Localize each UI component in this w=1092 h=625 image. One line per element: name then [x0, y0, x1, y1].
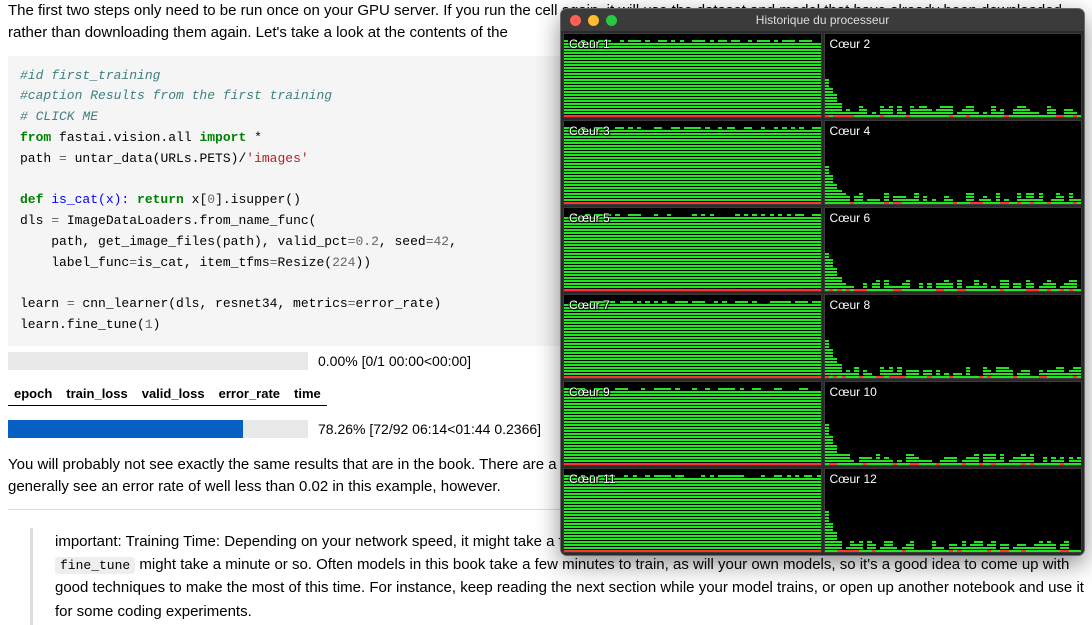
kw: from [20, 130, 51, 145]
progress-fill-2 [8, 420, 243, 438]
code: untar_data(URLs.PETS)/ [67, 151, 246, 166]
core-10: Cœur 10 [824, 381, 1083, 466]
core-7: Cœur 7 [563, 294, 822, 379]
core-11: Cœur 11 [563, 468, 822, 553]
num: 0 [207, 192, 215, 207]
core-label: Cœur 4 [830, 124, 871, 138]
kw: return [137, 192, 184, 207]
num: 224 [332, 255, 355, 270]
code: )) [355, 255, 371, 270]
core-9: Cœur 9 [563, 381, 822, 466]
code: path [20, 151, 59, 166]
col-train-loss: train_loss [66, 386, 127, 401]
code: ].isupper() [215, 192, 301, 207]
code: , [449, 234, 457, 249]
core-label: Cœur 11 [569, 472, 615, 486]
progress-text-2: 78.26% [72/92 06:14<01:44 0.2366] [318, 421, 541, 437]
code: ImageDataLoaders.from_name_func( [59, 213, 316, 228]
code: is_cat, item_tfms [137, 255, 270, 270]
bq-code: fine_tune [55, 557, 135, 574]
op: = [129, 255, 137, 270]
code-comment: #caption Results from the first training [20, 88, 332, 103]
col-time: time [294, 386, 321, 401]
code: fastai.vision.all [51, 130, 199, 145]
code: learn.fine_tune( [20, 317, 145, 332]
code: x[ [184, 192, 207, 207]
core-label: Cœur 5 [569, 211, 610, 225]
progress-text-1: 0.00% [0/1 00:00<00:00] [318, 353, 471, 369]
str: 'images' [246, 151, 308, 166]
op: = [426, 234, 434, 249]
op: = [59, 151, 67, 166]
op: = [67, 296, 75, 311]
core-label: Cœur 6 [830, 211, 871, 225]
core-3: Cœur 3 [563, 120, 822, 205]
kw: def [20, 192, 43, 207]
col-valid-loss: valid_loss [142, 386, 205, 401]
num: 42 [434, 234, 450, 249]
def: is_cat(x): [43, 192, 137, 207]
core-label: Cœur 9 [569, 385, 610, 399]
core-5: Cœur 5 [563, 207, 822, 292]
progress-bar-1 [8, 352, 308, 370]
titlebar[interactable]: Historique du processeur [561, 9, 1084, 31]
col-epoch: epoch [14, 386, 52, 401]
core-label: Cœur 1 [569, 37, 610, 51]
code: Resize( [277, 255, 332, 270]
bq-post: might take a minute or so. Often models … [55, 556, 1084, 620]
code-comment: #id first_training [20, 68, 160, 83]
code: error_rate) [355, 296, 441, 311]
core-label: Cœur 2 [830, 37, 871, 51]
code: * [246, 130, 262, 145]
cpu-history-window[interactable]: Historique du processeur Cœur 1Cœur 2Cœu… [560, 8, 1085, 556]
core-2: Cœur 2 [824, 33, 1083, 118]
core-8: Cœur 8 [824, 294, 1083, 379]
code: cnn_learner(dls, resnet34, metrics [75, 296, 348, 311]
num: 0.2 [355, 234, 378, 249]
core-label: Cœur 10 [830, 385, 877, 399]
core-12: Cœur 12 [824, 468, 1083, 553]
num: 1 [145, 317, 153, 332]
code: label_func [20, 255, 129, 270]
kw: import [199, 130, 246, 145]
core-label: Cœur 7 [569, 298, 610, 312]
code: , seed [379, 234, 426, 249]
window-title: Historique du processeur [561, 13, 1084, 27]
code: path, get_image_files(path), valid_pct [20, 234, 348, 249]
code-comment: # CLICK ME [20, 109, 98, 124]
core-1: Cœur 1 [563, 33, 822, 118]
core-label: Cœur 8 [830, 298, 871, 312]
cpu-grid: Cœur 1 Cœur 2 Cœur 3 Cœur 4 Cœur 5 Cœur 6 Cœur… [561, 31, 1084, 555]
metrics-header: epoch train_loss valid_loss error_rate t… [8, 382, 327, 406]
core-label: Cœur 3 [569, 124, 610, 138]
core-4: Cœur 4 [824, 120, 1083, 205]
core-label: Cœur 12 [830, 472, 877, 486]
code: dls [20, 213, 51, 228]
code: ) [153, 317, 161, 332]
code: learn [20, 296, 67, 311]
col-error-rate: error_rate [219, 386, 280, 401]
op: = [51, 213, 59, 228]
core-6: Cœur 6 [824, 207, 1083, 292]
progress-bar-2 [8, 420, 308, 438]
